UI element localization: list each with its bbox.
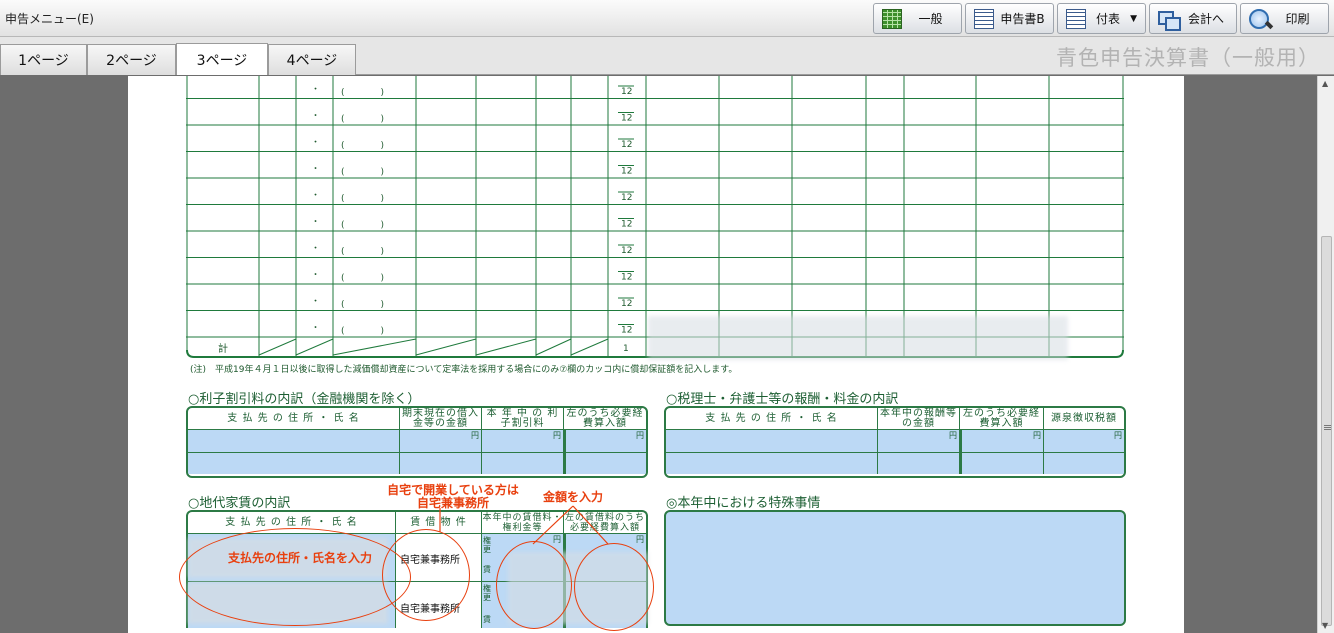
filing-menu[interactable]: 申告メニュー(E) [5, 10, 94, 27]
to-accounting-button[interactable]: 会計へ [1149, 3, 1237, 34]
general-button[interactable]: 一般 [873, 3, 962, 34]
scrollbar-thumb[interactable] [1321, 236, 1332, 626]
attachments-dropdown-button[interactable]: 付表 ▼ [1057, 3, 1146, 34]
form-page: ・( ) 12 ・( ) 12 ・( ) 12 ・( ) 12 ・( ) 12 ・( ) 12 ・( )… [128, 76, 1184, 633]
top-toolbar: 申告メニュー(E) 一般 申告書B 付表 ▼ 会計へ 印刷 [0, 0, 1334, 37]
annotation-pointers [439, 505, 609, 545]
tab-page-2[interactable]: 2ページ [87, 44, 176, 75]
print-button[interactable]: 印刷 [1240, 3, 1329, 34]
return-b-button[interactable]: 申告書B [965, 3, 1054, 34]
window-link-icon [1158, 9, 1181, 31]
tab-page-1[interactable]: 1ページ [0, 44, 87, 75]
tab-page-3[interactable]: 3ページ [176, 43, 268, 75]
document-viewport: ・( ) 12 ・( ) 12 ・( ) 12 ・( ) 12 ・( ) 12 ・( ) 12 ・( )… [0, 76, 1334, 633]
vertical-scrollbar[interactable]: ▲ ▼ [1317, 76, 1334, 633]
form-title: 青色申告決算書（一般用） [1056, 46, 1320, 70]
magnifier-print-icon [1249, 8, 1269, 29]
document-icon [1066, 8, 1086, 29]
chevron-down-icon: ▼ [1130, 13, 1137, 24]
scroll-down-icon[interactable]: ▼ [1322, 621, 1328, 630]
scroll-up-icon[interactable]: ▲ [1322, 79, 1328, 88]
tab-page-4[interactable]: 4ページ [268, 44, 356, 75]
table-icon [882, 8, 902, 29]
document-icon [974, 8, 994, 29]
